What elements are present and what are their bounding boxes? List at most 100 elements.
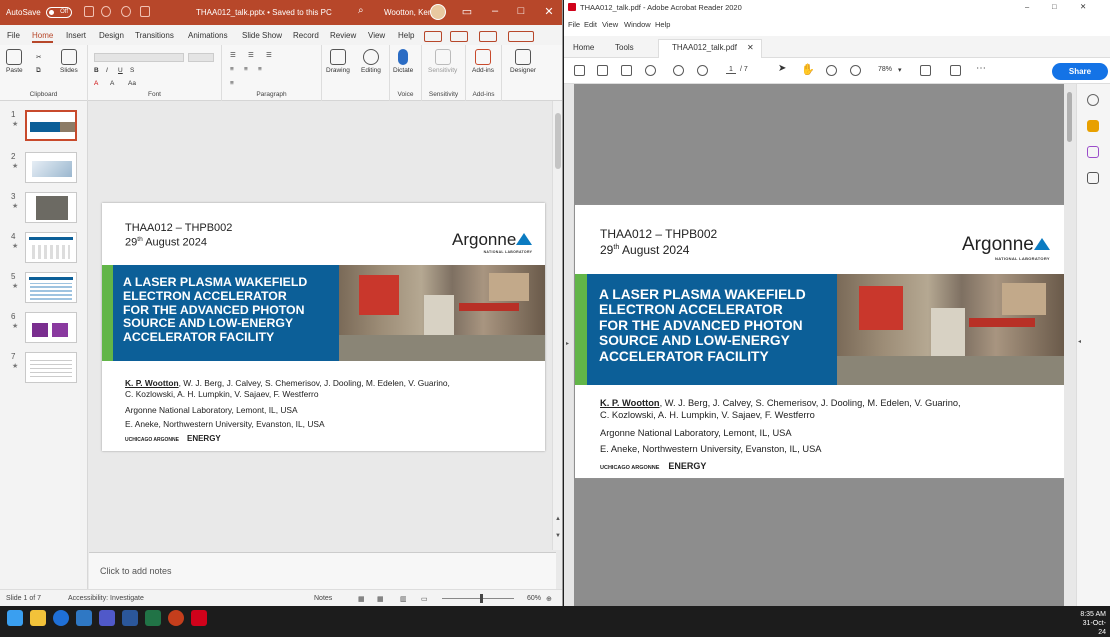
paste-button[interactable]: Paste <box>6 49 23 74</box>
save-icon[interactable] <box>84 6 94 17</box>
line-spacing-icon[interactable]: ☰ <box>266 51 272 59</box>
designer-button[interactable]: Designer <box>510 49 536 74</box>
email-icon[interactable] <box>621 65 632 76</box>
menu-file[interactable]: File <box>568 20 580 29</box>
acrobat-icon[interactable] <box>191 610 207 626</box>
strikethrough-button[interactable]: S <box>130 67 134 74</box>
comment-tool-icon[interactable] <box>1087 120 1099 132</box>
browser-icon[interactable] <box>53 610 69 626</box>
more-tools-icon[interactable] <box>1087 172 1099 184</box>
notes-toggle[interactable]: Notes <box>314 595 332 602</box>
slide-editor[interactable]: THAA012 – THPB002 29th August 2024 Argon… <box>89 101 556 550</box>
bullets-icon[interactable]: ☰ <box>230 51 236 59</box>
present-teams-icon[interactable] <box>479 31 497 42</box>
comment-icon[interactable] <box>950 65 961 76</box>
fill-sign-icon[interactable] <box>1087 146 1099 158</box>
tab-help[interactable]: Help <box>398 31 414 40</box>
tab-record[interactable]: Record <box>293 31 319 40</box>
slide-thumbnail-4[interactable] <box>25 232 77 263</box>
tab-insert[interactable]: Insert <box>66 31 86 40</box>
dictate-button[interactable]: Dictate <box>393 49 413 74</box>
expand-left-icon[interactable]: ▸ <box>566 340 569 347</box>
zoom-slider[interactable] <box>442 598 514 599</box>
share-icon[interactable] <box>508 31 534 42</box>
select-cursor-icon[interactable]: ➤ <box>778 63 786 74</box>
teams-icon[interactable] <box>99 610 115 626</box>
slide-thumbnail-5[interactable] <box>25 272 77 303</box>
print-icon[interactable] <box>597 65 608 76</box>
scrollbar-thumb[interactable] <box>1067 92 1072 142</box>
word-icon[interactable] <box>122 610 138 626</box>
autosave-toggle[interactable]: Off <box>46 7 72 18</box>
slideshow-view-icon[interactable]: ▭ <box>421 595 428 603</box>
user-name[interactable]: Wootton, Kent <box>384 8 435 17</box>
share-button[interactable]: Share <box>1052 63 1108 80</box>
zoom-in-icon[interactable] <box>850 65 861 76</box>
maximize-icon[interactable]: □ <box>1052 2 1057 11</box>
document-tab-label[interactable]: THAA012_talk.pdf <box>672 43 737 52</box>
undo-icon[interactable] <box>101 6 111 17</box>
notes-pane[interactable]: Click to add notes <box>89 552 556 589</box>
tab-design[interactable]: Design <box>99 31 124 40</box>
chevron-down-icon[interactable]: ▾ <box>898 66 902 74</box>
tab-home[interactable]: Home <box>573 43 594 52</box>
start-icon[interactable] <box>7 610 23 626</box>
zoom-level[interactable]: 60% <box>527 595 541 602</box>
export-pdf-icon[interactable] <box>1087 94 1099 106</box>
close-icon[interactable]: ✕ <box>540 5 558 18</box>
zoom-slider-thumb[interactable] <box>480 594 483 603</box>
fit-slide-icon[interactable]: ⊕ <box>546 595 552 603</box>
align-right-icon[interactable]: ≡ <box>258 66 262 73</box>
page-up-icon[interactable] <box>673 65 684 76</box>
present-icon[interactable] <box>140 6 150 17</box>
tab-view[interactable]: View <box>368 31 385 40</box>
menu-edit[interactable]: Edit <box>584 20 597 29</box>
new-slide-button[interactable]: Slides <box>60 49 78 74</box>
underline-button[interactable]: U <box>118 67 123 74</box>
tab-transitions[interactable]: Transitions <box>135 31 174 40</box>
record-icon[interactable] <box>450 31 468 42</box>
save-icon[interactable] <box>574 65 585 76</box>
drawing-button[interactable]: Drawing <box>326 49 350 74</box>
close-icon[interactable]: ✕ <box>1080 2 1086 11</box>
tab-home[interactable]: Home <box>32 31 54 43</box>
minimize-icon[interactable]: – <box>486 5 504 17</box>
scrollbar-thumb[interactable] <box>555 113 561 169</box>
align-center-icon[interactable]: ≡ <box>244 66 248 73</box>
notes-placeholder[interactable]: Click to add notes <box>100 566 172 576</box>
more-tools-icon[interactable]: ⋯ <box>976 63 986 74</box>
slide-sorter-icon[interactable]: ▦ <box>377 595 384 603</box>
maximize-icon[interactable]: □ <box>512 5 530 17</box>
justify-icon[interactable]: ≡ <box>230 80 234 87</box>
comments-icon[interactable] <box>424 31 442 42</box>
pdf-scrollbar[interactable] <box>1064 84 1076 606</box>
document-title[interactable]: THAA012_talk.pptx • Saved to this PC <box>196 8 332 17</box>
align-left-icon[interactable]: ≡ <box>230 66 234 73</box>
tab-review[interactable]: Review <box>330 31 356 40</box>
redo-icon[interactable] <box>121 6 131 17</box>
accessibility-status[interactable]: Accessibility: Investigate <box>68 595 144 602</box>
slide-thumbnail-2[interactable] <box>25 152 77 183</box>
collapse-right-icon[interactable]: ◂ <box>1078 338 1081 345</box>
powerpoint-icon[interactable] <box>168 610 184 626</box>
tab-file[interactable]: File <box>7 31 20 40</box>
cut-icon[interactable]: ✂ <box>36 53 41 61</box>
slide-canvas[interactable]: THAA012 – THPB002 29th August 2024 Argon… <box>102 203 545 451</box>
ribbon-display-icon[interactable]: ▭ <box>458 5 476 18</box>
next-slide-icon[interactable]: ▼ <box>555 533 561 539</box>
menu-help[interactable]: Help <box>655 20 670 29</box>
font-name-box[interactable] <box>94 53 184 62</box>
hand-tool-icon[interactable]: ✋ <box>801 63 815 76</box>
numbering-icon[interactable]: ☰ <box>248 51 254 59</box>
zoom-out-icon[interactable] <box>826 65 837 76</box>
copy-icon[interactable]: ⧉ <box>36 67 41 75</box>
editing-button[interactable]: Editing <box>361 49 381 74</box>
tab-slide-show[interactable]: Slide Show <box>242 31 282 40</box>
close-tab-icon[interactable]: ✕ <box>747 43 754 52</box>
search-icon[interactable]: ⌕ <box>358 5 364 16</box>
tab-animations[interactable]: Animations <box>188 31 228 40</box>
slide-thumbnail-1[interactable] <box>25 110 77 141</box>
reading-view-icon[interactable]: ▥ <box>400 595 407 603</box>
editor-scrollbar[interactable]: ▲ ▼ <box>552 101 562 550</box>
font-color-icon[interactable]: A <box>94 80 98 87</box>
